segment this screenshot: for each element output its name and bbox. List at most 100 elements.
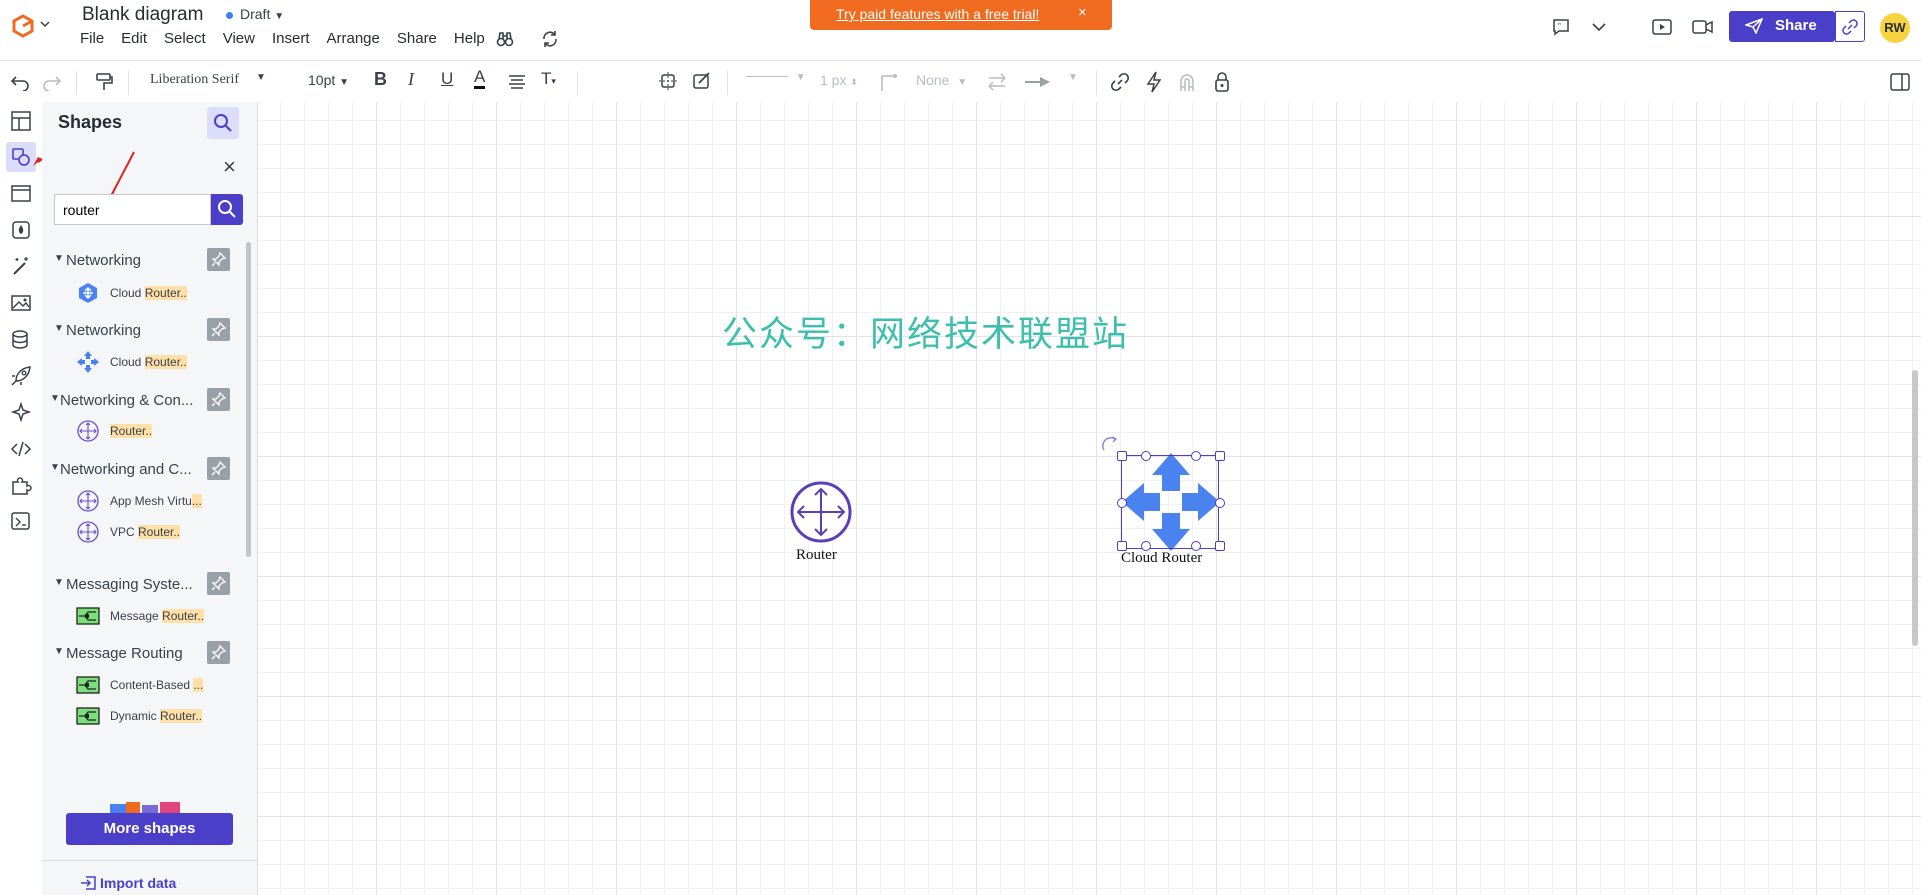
user-avatar[interactable]: RW: [1880, 13, 1910, 43]
menu-help[interactable]: Help: [454, 30, 485, 47]
result-group-networking[interactable]: ▼ Networking: [42, 318, 242, 344]
line-routing-icon[interactable]: [880, 72, 898, 92]
panel-divider: [42, 860, 257, 861]
shape-search-input[interactable]: [54, 194, 211, 225]
link-icon[interactable]: [1110, 72, 1130, 92]
undo-icon[interactable]: [10, 73, 30, 91]
chevron-down-icon[interactable]: [1592, 22, 1606, 32]
text-options-icon[interactable]: T▾: [541, 69, 556, 89]
crop-frame-icon[interactable]: [658, 71, 678, 91]
menu-insert[interactable]: Insert: [272, 30, 310, 47]
copy-link-button[interactable]: [1835, 11, 1865, 42]
line-width-select[interactable]: 1 px ⬍: [820, 72, 858, 88]
connection-point[interactable]: [1191, 451, 1201, 461]
arrow-end-icon[interactable]: [1024, 75, 1052, 89]
font-family-select[interactable]: Liberation Serif ▼: [150, 72, 266, 88]
image-icon[interactable]: [10, 292, 32, 314]
aws-router-icon: [77, 521, 99, 543]
share-button[interactable]: Share: [1729, 11, 1835, 42]
video-icon[interactable]: [1692, 19, 1714, 35]
draft-status[interactable]: Draft ▼: [240, 6, 284, 22]
magnet-icon[interactable]: [1178, 72, 1196, 92]
puzzle-icon[interactable]: [10, 474, 32, 496]
result-group-networking-and-content[interactable]: ▼ Networking and C...: [42, 457, 242, 483]
search-shapes-button[interactable]: [207, 107, 239, 139]
connection-point[interactable]: [1215, 498, 1225, 508]
binoculars-icon[interactable]: [496, 30, 514, 48]
comment-icon[interactable]: ": [1552, 18, 1570, 36]
svg-text:": ": [1558, 22, 1561, 31]
caret-down-icon[interactable]: ▼: [1068, 72, 1078, 83]
lightning-icon[interactable]: [1146, 71, 1162, 93]
swap-arrows-icon[interactable]: [986, 73, 1008, 91]
pin-icon[interactable]: [207, 318, 230, 341]
diagram-canvas[interactable]: 公众号：网络技术联盟站 Router Cloud Router: [258, 102, 1921, 895]
trial-promo-link[interactable]: Try paid features with a free trial!: [836, 6, 1039, 22]
align-text-icon[interactable]: [508, 74, 526, 90]
chevron-down-icon[interactable]: [40, 20, 50, 28]
text-color-icon[interactable]: A: [474, 68, 486, 89]
pin-icon[interactable]: [207, 641, 230, 664]
result-group-networking-gcp[interactable]: ▼ Networking: [42, 248, 242, 274]
present-icon[interactable]: [1652, 18, 1672, 36]
panel-scrollbar[interactable]: [246, 242, 251, 557]
rotate-handle-icon[interactable]: [1101, 436, 1119, 452]
cloud-router-arrows-icon: [77, 351, 99, 373]
italic-icon[interactable]: I: [408, 69, 414, 90]
label-highlight: Router..: [160, 709, 203, 723]
resize-handle-se[interactable]: [1215, 541, 1225, 551]
line-style-select[interactable]: ——— ▼: [746, 67, 806, 83]
resize-handle-ne[interactable]: [1215, 451, 1225, 461]
close-icon[interactable]: ×: [1078, 4, 1087, 21]
templates-icon[interactable]: [10, 110, 32, 132]
ai-sparkle-icon[interactable]: [10, 401, 32, 423]
fill-drop-icon[interactable]: [10, 219, 32, 241]
pin-icon[interactable]: [207, 388, 230, 411]
pin-icon[interactable]: [207, 457, 230, 480]
redo-icon[interactable]: [42, 73, 62, 91]
cloud-router-label[interactable]: Cloud Router: [1121, 550, 1202, 567]
menu-arrange[interactable]: Arrange: [327, 30, 380, 47]
menu-select[interactable]: Select: [164, 30, 206, 47]
result-group-messaging-systems[interactable]: ▼ Messaging Syste...: [42, 572, 242, 598]
pin-icon[interactable]: [207, 572, 230, 595]
right-panel-toggle-icon[interactable]: [1890, 73, 1910, 91]
search-submit-button[interactable]: [211, 194, 243, 225]
menu-edit[interactable]: Edit: [121, 30, 147, 47]
canvas-scrollbar[interactable]: [1912, 370, 1918, 646]
document-title[interactable]: Blank diagram: [82, 4, 203, 26]
magic-wand-icon[interactable]: [10, 255, 32, 277]
sync-icon[interactable]: [541, 30, 559, 48]
menu-file[interactable]: File: [80, 30, 104, 47]
group-name: Networking: [66, 322, 142, 339]
frame-icon[interactable]: [10, 182, 32, 204]
connection-point[interactable]: [1141, 451, 1151, 461]
lock-icon[interactable]: [1214, 71, 1230, 93]
rocket-icon[interactable]: [10, 365, 32, 387]
bold-icon[interactable]: B: [374, 69, 387, 90]
style-icon[interactable]: [692, 71, 712, 91]
arrow-start-value: None: [916, 72, 950, 88]
result-group-message-routing[interactable]: ▼ Message Routing: [42, 641, 242, 667]
connection-point[interactable]: [1117, 498, 1127, 508]
code-icon[interactable]: [10, 438, 32, 460]
menu-view[interactable]: View: [223, 30, 255, 47]
lucid-logo-icon[interactable]: [12, 14, 34, 38]
add-image-icon[interactable]: [10, 510, 32, 532]
database-icon[interactable]: [10, 329, 32, 351]
router-label[interactable]: Router: [796, 547, 837, 564]
close-search-icon[interactable]: ×: [223, 154, 236, 180]
result-group-networking-content-delivery[interactable]: ▼ Networking & Con...: [42, 388, 242, 414]
more-shapes-button[interactable]: More shapes: [66, 813, 233, 845]
arrow-start-select[interactable]: None ▼: [916, 72, 967, 88]
pin-icon[interactable]: [207, 248, 230, 271]
cloud-router-shape-selected[interactable]: [1117, 451, 1225, 551]
underline-icon[interactable]: U: [441, 69, 453, 89]
font-size-select[interactable]: 10pt ▼: [308, 72, 349, 88]
resize-handle-nw[interactable]: [1117, 451, 1127, 461]
format-painter-icon[interactable]: [94, 72, 114, 92]
menu-share[interactable]: Share: [397, 30, 437, 47]
message-router-icon: [76, 676, 100, 694]
router-shape[interactable]: [790, 481, 852, 543]
import-data-link[interactable]: Import data: [81, 875, 176, 891]
